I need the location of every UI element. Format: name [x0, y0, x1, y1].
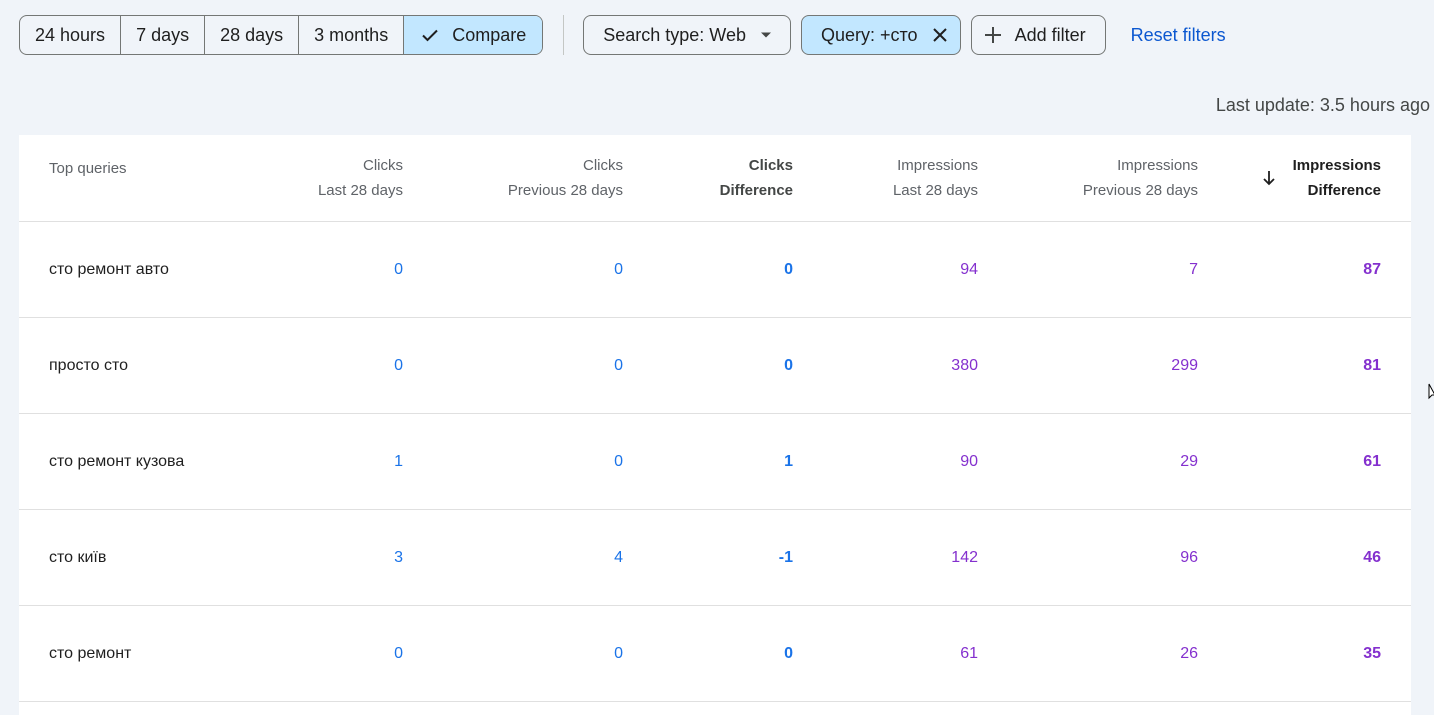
impressions-difference-cell: 81	[1363, 356, 1381, 374]
column-header-sublabel: Difference	[719, 182, 793, 199]
reset-filters-link[interactable]: Reset filters	[1131, 25, 1226, 46]
table-row[interactable]: просто сто 0 0 0 380 299 81	[19, 318, 1411, 414]
impressions-last-cell: 94	[960, 260, 978, 278]
column-header-sublabel: Previous 28 days	[1082, 182, 1198, 199]
impressions-previous-cell: 29	[1180, 452, 1198, 470]
clicks-last-cell: 1	[394, 452, 403, 470]
column-header-label: Impressions	[897, 157, 978, 174]
column-header-sublabel: Last 28 days	[892, 182, 978, 199]
date-range-24-hours[interactable]: 24 hours	[20, 16, 122, 54]
date-range-28-days[interactable]: 28 days	[205, 16, 300, 54]
clicks-previous-cell: 0	[614, 452, 623, 470]
clicks-previous-cell: 4	[614, 548, 623, 566]
column-header-clicks-previous[interactable]: Clicks Previous 28 days	[508, 135, 623, 221]
column-header-sublabel: Difference	[1307, 182, 1381, 199]
plus-icon	[984, 27, 1001, 43]
query-cell: сто ремонт кузова	[49, 452, 185, 470]
sorted-header-text: Impressions Difference	[1293, 153, 1381, 203]
column-header-sublabel: Last 28 days	[317, 182, 403, 199]
clicks-difference-cell: 0	[784, 260, 793, 278]
clicks-previous-cell: 0	[614, 356, 623, 374]
column-header-impressions-previous[interactable]: Impressions Previous 28 days	[1083, 135, 1198, 221]
clicks-last-cell: 0	[394, 356, 403, 374]
filter-bar: 24 hours 7 days 28 days 3 months Compare…	[19, 15, 1226, 55]
clicks-difference-cell: 0	[784, 356, 793, 374]
mouse-cursor-icon	[1428, 383, 1434, 400]
date-range-compare[interactable]: Compare	[404, 16, 543, 54]
query-cell: сто київ	[49, 548, 107, 566]
clicks-last-cell: 0	[394, 644, 403, 662]
query-cell: сто ремонт авто	[49, 260, 169, 278]
column-header-label: Clicks	[363, 157, 403, 174]
column-header-label: Impressions	[1292, 157, 1381, 174]
column-header-top-queries[interactable]: Top queries	[49, 135, 127, 201]
table-row[interactable]: сто ремонт кузова 1 0 1 90 29 61	[19, 414, 1411, 510]
clicks-last-cell: 0	[394, 260, 403, 278]
impressions-last-cell: 90	[960, 452, 978, 470]
last-update-text: Last update: 3.5 hours ago	[1215, 95, 1430, 115]
caret-down-icon	[760, 32, 771, 38]
impressions-last-cell: 61	[960, 644, 978, 662]
query-cell: просто сто	[49, 356, 128, 374]
column-header-clicks-difference[interactable]: Clicks Difference	[720, 135, 793, 221]
date-range-label: Compare	[452, 24, 527, 45]
impressions-last-cell: 380	[951, 356, 978, 374]
date-range-3-months[interactable]: 3 months	[299, 16, 405, 54]
table-header: Top queries Clicks Last 28 days Clicks P…	[19, 135, 1411, 222]
filter-divider	[563, 15, 565, 55]
column-header-impressions-difference[interactable]: Impressions Difference	[1261, 135, 1381, 221]
impressions-previous-cell: 26	[1180, 644, 1198, 662]
clicks-previous-cell: 0	[614, 260, 623, 278]
table-row[interactable]: сто київ 3 4 -1 142 96 46	[19, 510, 1411, 606]
clicks-difference-cell: -1	[778, 548, 793, 566]
table-row[interactable]: сто ремонт авто 0 0 0 94 7 87	[19, 222, 1411, 318]
search-type-dropdown[interactable]: Search type: Web	[583, 15, 791, 55]
impressions-difference-cell: 87	[1363, 260, 1381, 278]
add-filter-button[interactable]: Add filter	[970, 15, 1106, 55]
date-range-selector: 24 hours 7 days 28 days 3 months Compare	[19, 15, 544, 55]
check-icon	[422, 29, 438, 42]
impressions-previous-cell: 7	[1189, 260, 1198, 278]
column-header-impressions-last[interactable]: Impressions Last 28 days	[893, 135, 978, 221]
impressions-previous-cell: 299	[1171, 356, 1198, 374]
impressions-difference-cell: 46	[1363, 548, 1381, 566]
column-header-label: Clicks	[583, 157, 623, 174]
date-range-label: 24 hours	[35, 24, 106, 45]
arrow-down-icon	[1262, 171, 1275, 186]
date-range-7-days[interactable]: 7 days	[121, 16, 206, 54]
table-row[interactable]: сто ремонт 0 0 0 61 26 35	[19, 606, 1411, 702]
column-header-label: Impressions	[1117, 157, 1198, 174]
query-cell: сто ремонт	[49, 644, 132, 662]
column-header-label: Clicks	[748, 157, 793, 174]
query-filter-chip[interactable]: Query: +сто	[800, 15, 961, 55]
query-filter-label: Query: +сто	[820, 24, 918, 45]
column-header-label: Top queries	[49, 159, 127, 177]
column-header-sublabel: Previous 28 days	[507, 182, 623, 199]
clicks-previous-cell: 0	[614, 644, 623, 662]
impressions-previous-cell: 96	[1180, 548, 1198, 566]
close-icon[interactable]	[932, 27, 948, 43]
date-range-label: 7 days	[136, 24, 190, 45]
top-queries-table: Top queries Clicks Last 28 days Clicks P…	[19, 135, 1411, 715]
impressions-difference-cell: 61	[1363, 452, 1381, 470]
column-header-clicks-last[interactable]: Clicks Last 28 days	[318, 135, 403, 221]
date-range-label: 3 months	[314, 24, 389, 45]
search-type-label: Search type: Web	[603, 24, 746, 45]
impressions-last-cell: 142	[951, 548, 978, 566]
date-range-label: 28 days	[220, 24, 284, 45]
add-filter-label: Add filter	[1014, 24, 1086, 45]
clicks-difference-cell: 0	[784, 644, 793, 662]
clicks-last-cell: 3	[394, 548, 403, 566]
impressions-difference-cell: 35	[1363, 644, 1381, 662]
clicks-difference-cell: 1	[784, 452, 793, 470]
